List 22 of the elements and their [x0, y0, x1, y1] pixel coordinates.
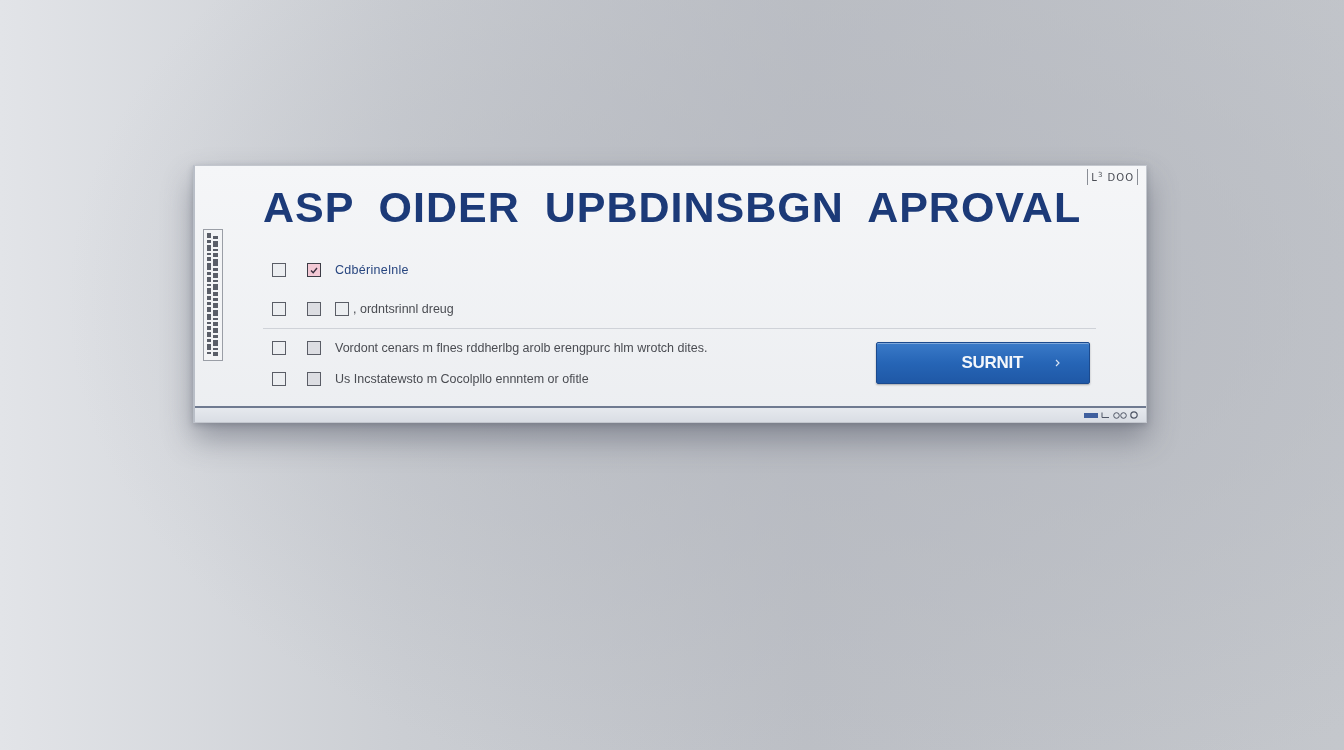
checkbox[interactable]: [272, 263, 286, 277]
corner-label: L$^{3}$ DOO: [1087, 169, 1138, 185]
checkbox[interactable]: [307, 263, 321, 277]
option-text: Cdbérinelnle: [335, 262, 409, 278]
chevron-right-icon: [1055, 358, 1060, 367]
option-text: Us Incstatewsto m Cocolpllo ennntem or ofitle: [335, 371, 589, 387]
dialog-title: ASP OIDER UPBDINSBGN APROVAL: [262, 185, 1082, 229]
checkbox[interactable]: [272, 302, 286, 316]
submit-button[interactable]: SURNIT: [876, 341, 1090, 384]
tick-icon: [310, 266, 318, 274]
bar-icon: [1084, 412, 1098, 418]
checkbox[interactable]: [272, 341, 286, 355]
checkbox[interactable]: [307, 302, 321, 316]
circle-icon: [1130, 411, 1138, 419]
bracket-icon: [1101, 412, 1110, 418]
option-text: Vordont cenars m flnes rddherlbg arolb erengpurc hlm wrotch dites.: [335, 340, 708, 356]
checkbox[interactable]: [307, 372, 321, 386]
checkbox[interactable]: [307, 341, 321, 355]
checkbox[interactable]: [272, 372, 286, 386]
rings-icon: [1113, 411, 1127, 419]
option-text: , ordntsrinnl dreug: [353, 301, 454, 317]
checkbox[interactable]: [335, 302, 349, 316]
